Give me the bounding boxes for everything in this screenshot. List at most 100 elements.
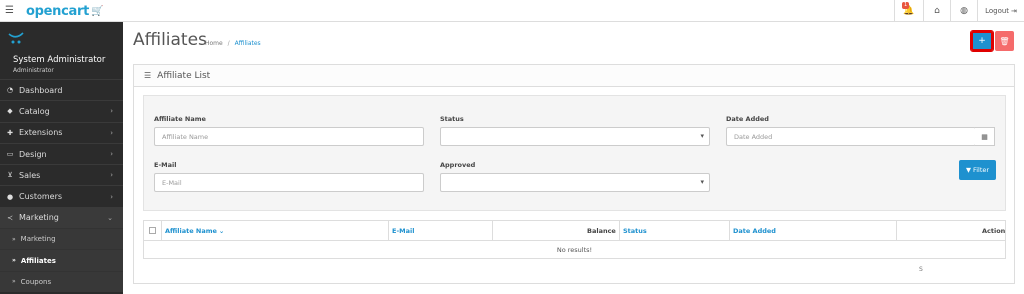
logout-label: Logout [985, 7, 1010, 15]
sidebar-item-marketing[interactable]: ≺ Marketing ⌄ [0, 206, 123, 229]
notification-badge: 1 [902, 2, 910, 9]
user-icon: ● [6, 192, 14, 201]
filter-button[interactable]: ▼ Filter [959, 160, 996, 180]
email-label: E-Mail [154, 161, 177, 169]
sidebar: System Administrator Administrator ◔ Das… [0, 22, 123, 294]
sidebar-item-sales[interactable]: ⊻ Sales › [0, 164, 123, 186]
sidebar-item-label: Extensions [19, 128, 63, 138]
breadcrumb: Home / Affiliates [205, 40, 261, 47]
approved-label: Approved [440, 161, 476, 169]
calendar-icon: ▦ [981, 132, 988, 141]
sidebar-item-extensions[interactable]: ✚ Extensions › [0, 121, 123, 143]
affiliate-name-input[interactable]: Affiliate Name [154, 127, 424, 146]
column-action: Action [982, 227, 1006, 235]
plus-icon: + [978, 36, 986, 46]
cart-icon: ⊻ [7, 171, 13, 180]
approved-select[interactable] [440, 173, 710, 192]
panel-heading: ☰ Affiliate List [134, 65, 1014, 87]
share-icon: ≺ [7, 213, 13, 222]
sidebar-subitem-affiliates[interactable]: » Affiliates [0, 249, 123, 271]
column-email[interactable]: E-Mail [392, 221, 414, 241]
sidebar-subitem-marketing[interactable]: » Marketing [0, 228, 123, 250]
globe-icon: ◍ [960, 6, 968, 16]
column-date-added[interactable]: Date Added [733, 221, 776, 241]
sidebar-item-label: Dashboard [19, 85, 63, 95]
status-label: Status [440, 115, 464, 123]
column-divider [388, 221, 389, 241]
date-added-placeholder: Date Added [734, 132, 773, 141]
notifications-button[interactable]: 1 🔔 [894, 0, 923, 22]
select-all-checkbox[interactable] [149, 227, 156, 234]
chevron-right-icon: › [110, 150, 113, 159]
chevron-right-icon: › [110, 128, 113, 137]
date-added-input[interactable]: Date Added [726, 127, 976, 146]
profile-role: Administrator [13, 67, 54, 74]
date-added-label: Date Added [726, 115, 769, 123]
column-divider [161, 221, 162, 241]
sidebar-subitem-label: Affiliates [20, 256, 56, 265]
sidebar-item-dashboard[interactable]: ◔ Dashboard [0, 79, 123, 101]
add-new-button[interactable]: + [970, 30, 994, 52]
sort-caret-icon: ⌄ [218, 227, 225, 235]
sidebar-item-label: Marketing [19, 213, 59, 223]
page-title: Affiliates [133, 30, 207, 50]
breadcrumb-home[interactable]: Home [205, 40, 223, 47]
sidebar-subitem-label: Marketing [20, 235, 56, 244]
column-divider [896, 221, 897, 241]
sidebar-item-catalog[interactable]: ◆ Catalog › [0, 100, 123, 122]
delete-button[interactable]: 🗑 [995, 31, 1014, 51]
tag-icon: ◆ [7, 107, 13, 116]
double-chevron-right-icon: » [12, 235, 16, 243]
breadcrumb-affiliates[interactable]: Affiliates [235, 40, 261, 47]
affiliate-name-label: Affiliate Name [154, 115, 206, 123]
status-select[interactable] [440, 127, 710, 146]
store-button[interactable]: ◍ [950, 0, 977, 22]
opencart-logo[interactable]: opencart 🛒 [26, 2, 103, 20]
column-label: Affiliate Name [165, 227, 217, 235]
email-placeholder: E-Mail [162, 178, 182, 187]
breadcrumb-separator: / [227, 40, 230, 47]
double-chevron-right-icon: » [12, 257, 16, 265]
dashboard-icon: ◔ [6, 86, 14, 95]
column-divider [729, 221, 730, 241]
chevron-right-icon: › [110, 192, 113, 201]
column-divider [492, 221, 493, 241]
panel-title: Affiliate List [157, 70, 211, 81]
email-input[interactable]: E-Mail [154, 173, 424, 192]
column-affiliate-name[interactable]: Affiliate Name ⌄ [165, 221, 224, 241]
sidebar-item-customers[interactable]: ● Customers › [0, 185, 123, 207]
sidebar-subitem-coupons[interactable]: » Coupons [0, 270, 123, 292]
puzzle-icon: ✚ [7, 128, 13, 137]
sidebar-item-label: Catalog [19, 106, 50, 116]
monitor-icon: ▭ [6, 150, 14, 159]
logout-button[interactable]: Logout ⇥ [977, 0, 1024, 22]
top-header: ☰ opencart 🛒 1 🔔 ⌂ ◍ Logout ⇥ [0, 0, 1024, 22]
column-status[interactable]: Status [623, 221, 647, 241]
menu-toggle-icon[interactable]: ☰ [5, 5, 17, 17]
affiliate-name-placeholder: Affiliate Name [162, 132, 209, 141]
chevron-down-icon: ⌄ [107, 213, 113, 222]
home-icon: ⌂ [934, 6, 940, 16]
chevron-right-icon: › [110, 107, 113, 116]
pagination-text: S [919, 266, 923, 273]
sidebar-item-label: Sales [19, 170, 41, 180]
sidebar-subitem-label: Coupons [20, 277, 52, 286]
sidebar-item-label: Design [19, 149, 47, 159]
calendar-button[interactable]: ▦ [975, 127, 995, 146]
filter-well: Affiliate Name Affiliate Name Status Dat… [143, 95, 1006, 211]
home-button[interactable]: ⌂ [923, 0, 950, 22]
sidebar-item-label: Customers [19, 192, 63, 202]
chevron-right-icon: › [110, 171, 113, 180]
opencart-cart-icon [8, 32, 24, 44]
filter-icon: ▼ [965, 166, 971, 174]
sign-out-icon: ⇥ [1011, 7, 1017, 15]
logo-text: opencart [26, 3, 90, 19]
no-results-row: No results! [556, 246, 593, 254]
column-divider [619, 221, 620, 241]
column-balance: Balance [587, 227, 616, 235]
header-actions: 1 🔔 ⌂ ◍ Logout ⇥ [894, 0, 1024, 22]
profile: System Administrator Administrator [0, 22, 123, 79]
list-icon: ☰ [144, 71, 152, 80]
sidebar-item-design[interactable]: ▭ Design › [0, 142, 123, 165]
double-chevron-right-icon: » [12, 278, 16, 286]
